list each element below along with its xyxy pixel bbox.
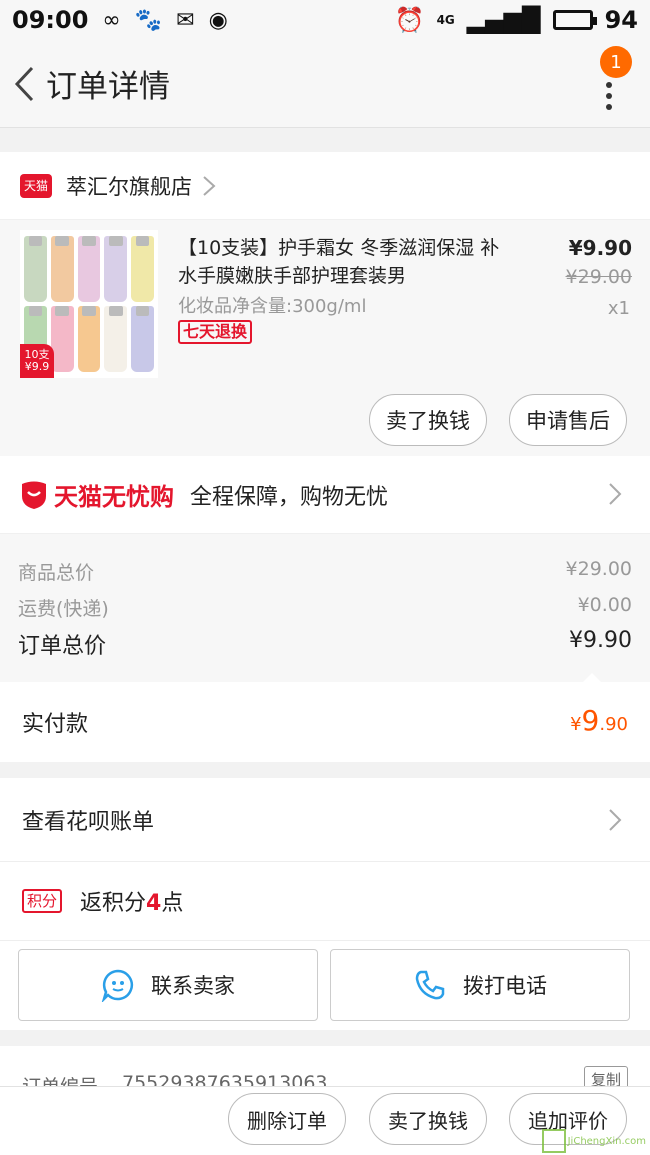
return-policy-badge: 七天退换 xyxy=(178,320,253,344)
order-number-label: 订单编号 xyxy=(22,1072,98,1086)
points-tag: 积分 xyxy=(22,889,63,913)
shop-name: 萃汇尔旗舰店 xyxy=(66,174,192,199)
chevron-left-icon xyxy=(14,66,34,101)
order-number: 75529387635913063 xyxy=(122,1072,328,1086)
contact-seller-label: 联系卖家 xyxy=(151,974,235,998)
tmall-logo-icon: 天猫 xyxy=(20,173,52,198)
product-tube-image xyxy=(77,306,101,372)
chevron-right-icon xyxy=(609,483,622,505)
copy-button[interactable]: 复制 xyxy=(583,1066,628,1086)
contact-seller-button[interactable]: 联系卖家 xyxy=(18,949,318,1021)
battery-level: 94 xyxy=(604,6,638,34)
product-tube-image xyxy=(131,306,154,372)
product-quantity: x1 xyxy=(607,298,630,319)
mail-icon: ✉ xyxy=(176,7,195,33)
shield-icon xyxy=(22,481,46,509)
watermark-logo-icon xyxy=(541,1129,566,1153)
guarantee-text: 全程保障，购物无忧 xyxy=(190,484,389,510)
nav-bar: 订单详情 1 xyxy=(0,40,650,128)
shipping-row: 运费(快递) ¥0.00 xyxy=(18,594,632,621)
sell-button-bottom[interactable]: 卖了换钱 xyxy=(369,1093,487,1145)
paid-label: 实付款 xyxy=(22,712,89,737)
signal-icon: ▂▄▆█ xyxy=(466,6,541,34)
shipping-value: ¥0.00 xyxy=(577,594,632,616)
huabei-bill-label: 查看花呗账单 xyxy=(22,809,155,835)
status-right: ⏰ 4G ▂▄▆█ 94 xyxy=(395,6,638,34)
product-tube-image xyxy=(104,236,128,302)
more-icon xyxy=(606,82,612,110)
call-button[interactable]: 拨打电话 xyxy=(330,949,630,1021)
paid-amount: ¥9.90 xyxy=(570,704,628,737)
product-price: ¥9.90 xyxy=(568,236,632,260)
order-total-row: 订单总价 ¥9.90 xyxy=(18,628,632,660)
infinity-icon: ∞ xyxy=(102,7,121,33)
product-tube-image xyxy=(24,236,47,302)
order-total-label: 订单总价 xyxy=(18,634,107,659)
points-row: 积分 返积分4点 xyxy=(0,862,650,940)
call-label: 拨打电话 xyxy=(463,974,547,998)
order-info: 订单编号 75529387635913063 复制 xyxy=(0,1046,650,1086)
product-title[interactable]: 【10支装】护手霜女 冬季滋润保湿 补水手膜嫩肤手部护理套装男 xyxy=(178,234,508,290)
delete-order-button[interactable]: 删除订单 xyxy=(228,1093,346,1145)
watermark-text: JiChengXin.com xyxy=(567,1135,646,1147)
huabei-bill-row[interactable]: 查看花呗账单 xyxy=(0,778,650,862)
notification-badge: 1 xyxy=(600,46,632,78)
network-label: 4G xyxy=(436,13,455,27)
paw-icon: 🐾 xyxy=(134,7,163,33)
points-text: 返积分4点 xyxy=(80,891,184,916)
guarantee-brand: 天猫无忧购 xyxy=(54,483,174,511)
chevron-right-icon xyxy=(203,175,216,196)
battery-icon xyxy=(552,10,597,30)
product-tube-image xyxy=(131,236,154,302)
chat-icon xyxy=(101,969,134,1002)
sell-button[interactable]: 卖了换钱 xyxy=(369,394,487,446)
status-bar: 09:00 ∞ 🐾 ✉ ◉ ⏰ 4G ▂▄▆█ 94 xyxy=(0,0,650,40)
phone-icon xyxy=(415,970,445,1000)
goods-total-label: 商品总价 xyxy=(18,562,95,584)
goods-total-row: 商品总价 ¥29.00 xyxy=(18,558,632,585)
shipping-label: 运费(快递) xyxy=(18,598,109,620)
tmall-guarantee-logo: 天猫无忧购 xyxy=(20,477,174,512)
price-summary: 商品总价 ¥29.00 运费(快递) ¥0.00 订单总价 ¥9.90 xyxy=(0,534,650,683)
product-tube-image xyxy=(50,236,74,302)
guarantee-row[interactable]: 天猫无忧购 全程保障，购物无忧 xyxy=(0,456,650,534)
bottom-action-bar: 删除订单 卖了换钱 追加评价 JiChengXin.com xyxy=(0,1086,650,1155)
more-menu-button[interactable]: 1 xyxy=(590,46,632,118)
back-button[interactable] xyxy=(4,40,44,128)
page-title: 订单详情 xyxy=(46,69,170,105)
weibo-icon: ◉ xyxy=(208,7,228,33)
product-tube-image xyxy=(50,306,74,372)
product-thumbnail[interactable]: 10支 ¥9.9 xyxy=(20,230,158,378)
thumbnail-tag: 10支 ¥9.9 xyxy=(20,344,54,378)
alarm-icon: ⏰ xyxy=(394,6,425,34)
product-tube-image xyxy=(104,306,128,372)
product-spec: 化妆品净含量:300g/ml xyxy=(178,296,367,317)
shop-row[interactable]: 天猫 萃汇尔旗舰店 xyxy=(0,152,650,220)
chevron-right-icon xyxy=(609,809,622,831)
paid-row: 实付款 ¥9.90 xyxy=(0,682,650,762)
points-count: 4 xyxy=(146,891,162,916)
status-icons: ∞ 🐾 ✉ ◉ xyxy=(102,8,227,33)
goods-total-value: ¥29.00 xyxy=(565,558,632,580)
product-original-price: ¥29.00 xyxy=(565,266,632,288)
order-total-value: ¥9.90 xyxy=(569,628,632,653)
product-tube-image xyxy=(77,236,101,302)
watermark: JiChengXin.com xyxy=(541,1129,646,1153)
product-item[interactable]: 10支 ¥9.9 【10支装】护手霜女 冬季滋润保湿 补水手膜嫩肤手部护理套装男… xyxy=(0,220,650,456)
contact-section: 联系卖家 拨打电话 xyxy=(0,940,650,1030)
aftersale-button[interactable]: 申请售后 xyxy=(509,394,627,446)
status-time: 09:00 xyxy=(12,6,89,34)
